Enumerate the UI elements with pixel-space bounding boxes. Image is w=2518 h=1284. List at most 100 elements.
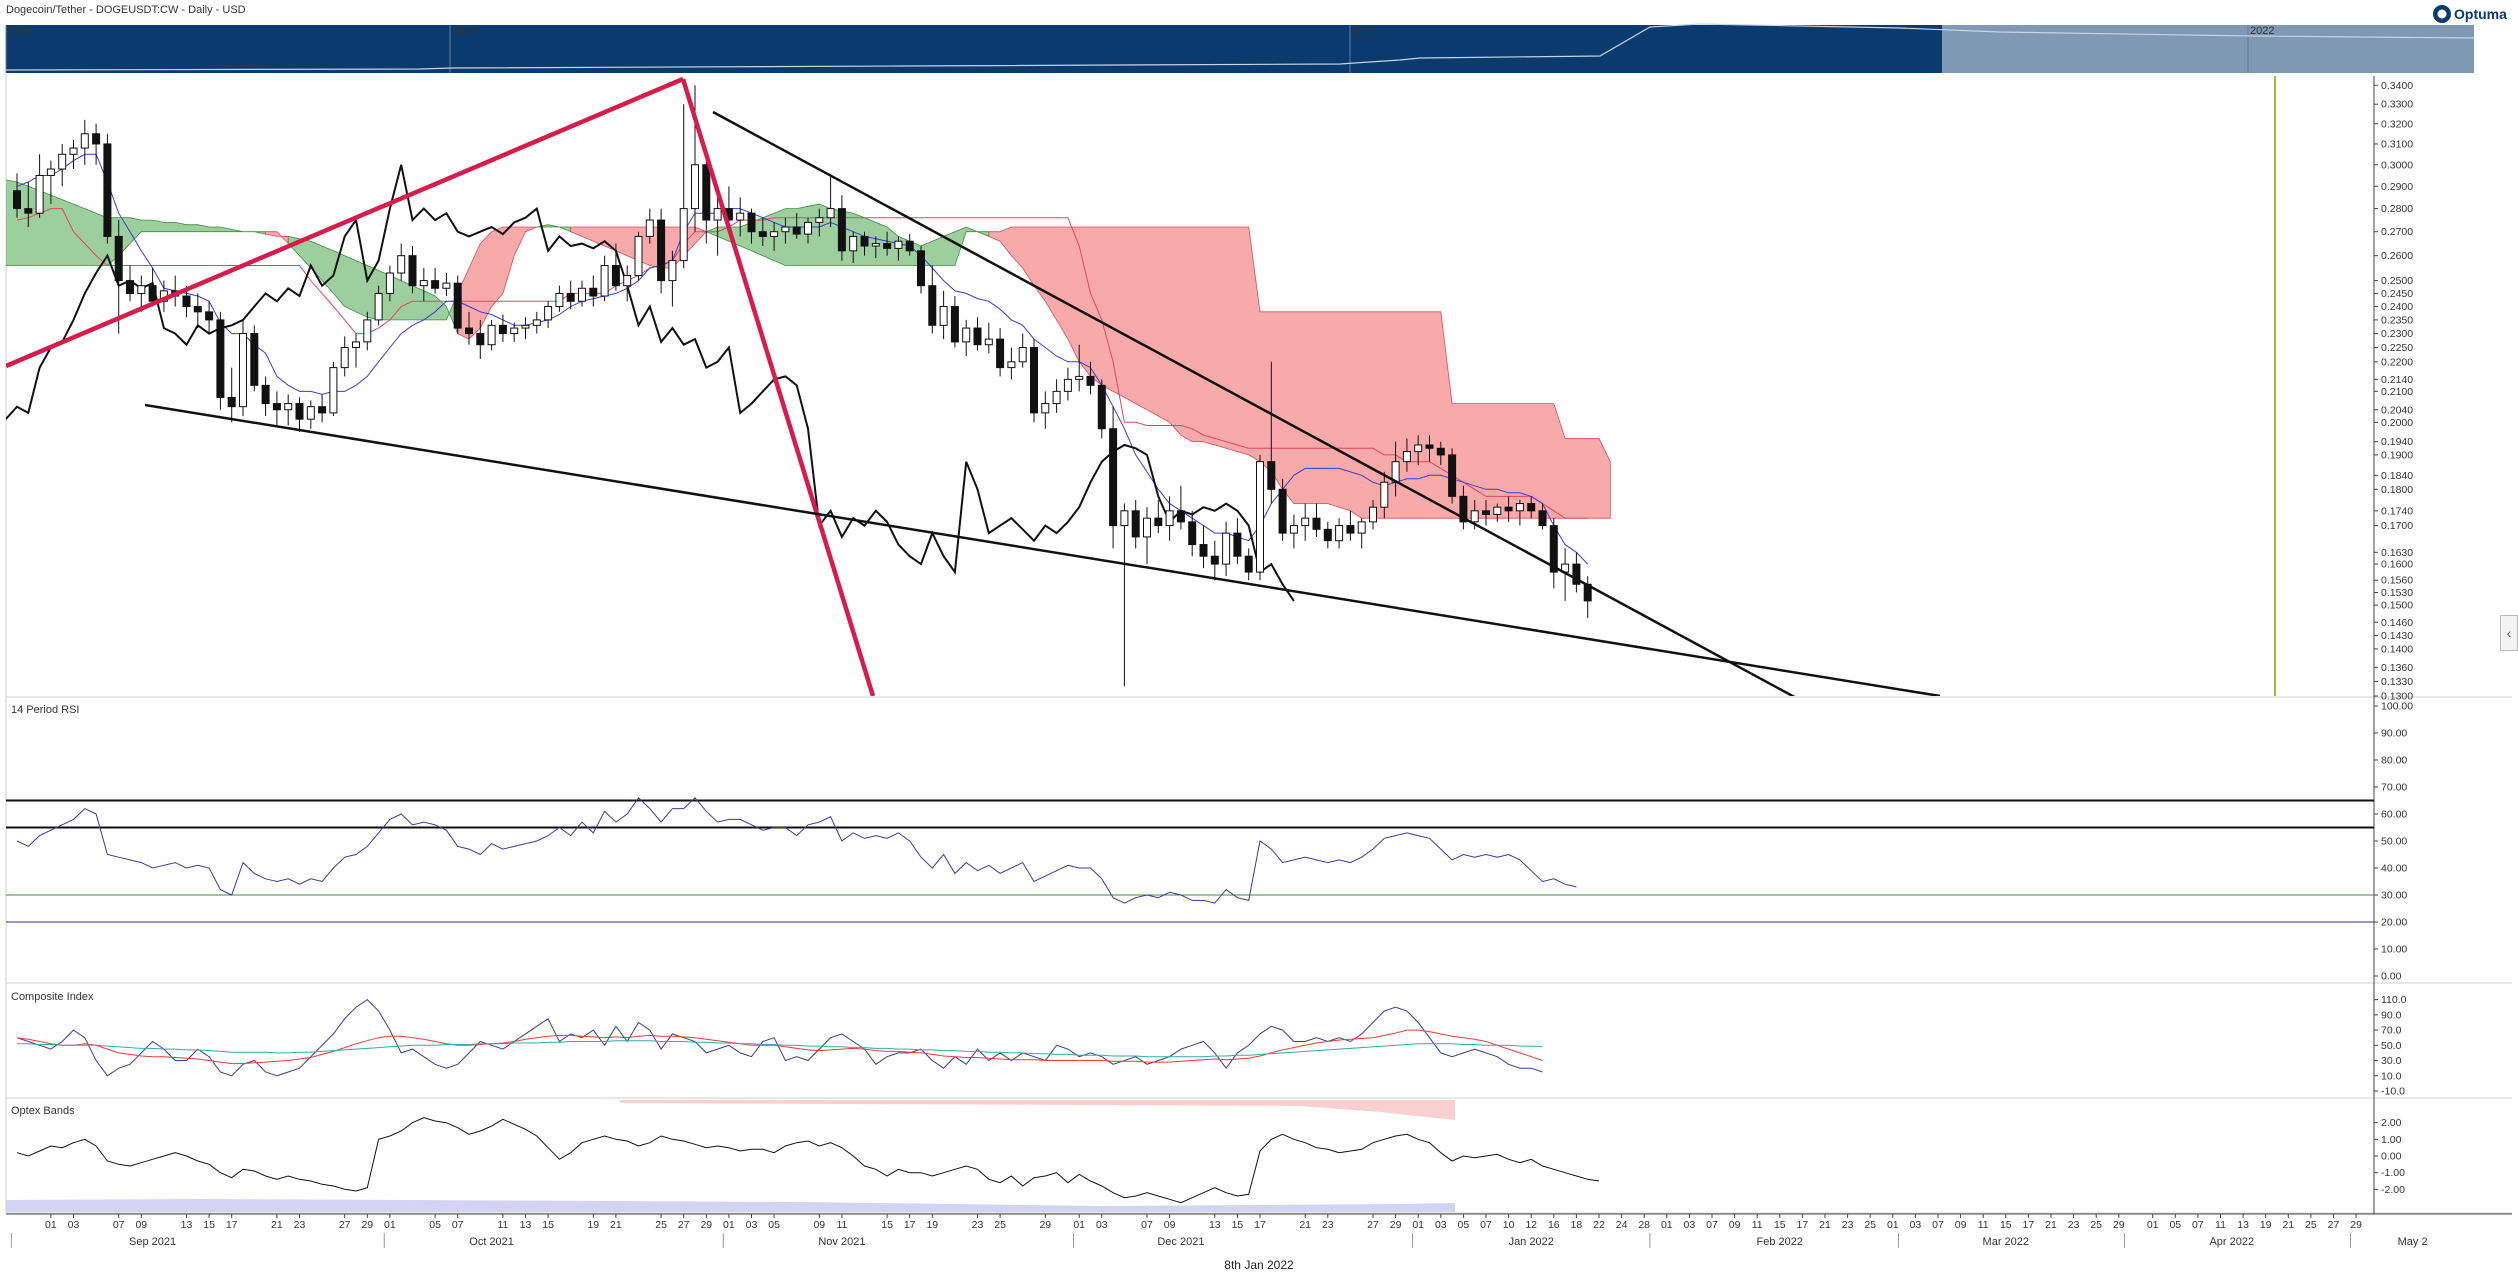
candle xyxy=(431,268,440,294)
bear-candle-body xyxy=(928,285,937,326)
date-tick-label: 05 xyxy=(768,1219,780,1231)
bear-candle-body xyxy=(103,143,112,237)
bull-candle-body xyxy=(1007,361,1016,369)
bearish-cloud-segment xyxy=(988,226,1611,519)
candle xyxy=(1199,525,1208,569)
date-tick-label: 19 xyxy=(2260,1219,2272,1231)
date-tick-label: 23 xyxy=(972,1219,984,1231)
bull-candle-body xyxy=(397,255,406,274)
date-tick-label: 10 xyxy=(1503,1219,1515,1231)
candle xyxy=(589,275,598,307)
date-tick-label: 09 xyxy=(1164,1219,1176,1231)
bear-candle-body xyxy=(250,333,259,386)
date-tick-label: 25 xyxy=(2090,1219,2102,1231)
candle xyxy=(984,322,993,354)
bull-candle-body xyxy=(306,406,315,420)
date-tick-label: 25 xyxy=(2305,1219,2317,1231)
candle xyxy=(239,319,247,417)
bear-candle-body xyxy=(950,306,959,343)
candle xyxy=(1143,507,1151,565)
date-tick-label: 29 xyxy=(700,1219,712,1231)
candle xyxy=(1289,514,1298,549)
candle xyxy=(555,285,564,312)
candle xyxy=(1583,576,1592,618)
bull-candle-body xyxy=(80,133,89,149)
history-navigator[interactable]: 2019 2020 2021 2022 xyxy=(5,23,2475,73)
collapse-panel-chevron-icon[interactable]: ‹ xyxy=(2500,615,2518,651)
bull-candle-body xyxy=(329,367,338,414)
date-tick-label: 17 xyxy=(904,1219,916,1231)
month-tick-label: Sep 2021 xyxy=(129,1236,176,1248)
date-tick-label: 07 xyxy=(113,1219,125,1231)
bull-candle-body xyxy=(815,217,824,223)
bear-candle-body xyxy=(92,133,101,145)
rsi-tick-label: 80.00 xyxy=(2381,755,2407,767)
bear-candle-body xyxy=(1097,384,1106,430)
composite-tick-label: 110.0 xyxy=(2381,994,2407,1006)
bear-candle-body xyxy=(148,285,157,302)
optex-title: Optex Bands xyxy=(11,1105,75,1117)
bear-candle-body xyxy=(114,235,123,282)
date-tick-label: 21 xyxy=(2045,1219,2057,1231)
candle xyxy=(1244,548,1253,581)
rsi-tick-label: 100.00 xyxy=(2381,701,2413,713)
candle xyxy=(973,317,982,351)
bear-candle-body xyxy=(216,319,225,398)
candle xyxy=(227,367,236,423)
bear-candle-body xyxy=(1188,521,1197,546)
chart-canvas: Dogecoin/Tether - DOGEUSDT:CW - Daily - … xyxy=(5,4,2512,1272)
bull-candle-body xyxy=(849,235,858,252)
date-tick-label: 15 xyxy=(203,1219,215,1231)
price-tick-label: 0.1330 xyxy=(2381,676,2413,688)
bear-candle-body xyxy=(1482,510,1490,515)
bear-candle-body xyxy=(1346,525,1355,534)
date-tick-label: 01 xyxy=(2147,1219,2159,1231)
candle xyxy=(1109,406,1118,549)
optex-upper-band xyxy=(620,1100,1455,1120)
candle xyxy=(453,275,462,334)
bull-candle-body xyxy=(939,306,948,326)
date-tick-label: 17 xyxy=(1797,1219,1809,1231)
candle xyxy=(442,273,451,297)
date-tick-label: 11 xyxy=(2215,1219,2226,1231)
date-tick-label: 09 xyxy=(813,1219,825,1231)
bear-candle-body xyxy=(318,406,327,414)
price-tick-label: 0.2600 xyxy=(2381,250,2413,262)
bull-candle-body xyxy=(1052,390,1061,405)
candle xyxy=(1222,521,1231,577)
price-tick-label: 0.2250 xyxy=(2381,342,2413,354)
bear-candle-body xyxy=(1436,447,1445,456)
optex-lower-band xyxy=(6,1199,1455,1212)
bear-candle-body xyxy=(1154,517,1163,527)
price-tick-label: 0.2700 xyxy=(2381,226,2413,238)
bull-candle-body xyxy=(555,292,564,308)
bear-candle-body xyxy=(1278,488,1287,534)
price-tick-label: 0.1940 xyxy=(2381,436,2413,448)
bull-candle-body xyxy=(894,240,903,249)
bull-candle-body xyxy=(1165,510,1174,527)
date-tick-label: 13 xyxy=(1209,1219,1221,1231)
bull-candle-body xyxy=(352,341,360,349)
candle xyxy=(679,104,688,269)
price-tick-label: 0.1800 xyxy=(2381,484,2413,496)
bull-candle-body xyxy=(645,219,654,237)
bull-candle-body xyxy=(1018,347,1027,363)
candle xyxy=(1176,485,1185,530)
bear-candle-body xyxy=(792,226,801,235)
date-tick-label: 15 xyxy=(542,1219,554,1231)
date-tick-label: 05 xyxy=(2169,1219,2181,1231)
optex-tick-label: 0.00 xyxy=(2381,1151,2402,1163)
price-tick-label: 0.1560 xyxy=(2381,575,2413,587)
date-tick-label: 29 xyxy=(361,1219,373,1231)
bear-candle-body xyxy=(1210,555,1219,565)
date-tick-label: 03 xyxy=(68,1219,80,1231)
bull-candle-body xyxy=(521,324,530,329)
candle xyxy=(1154,499,1163,534)
bear-candle-body xyxy=(431,280,440,289)
candle xyxy=(1018,333,1027,368)
bull-candle-body xyxy=(600,265,609,297)
date-tick-label: 21 xyxy=(2282,1219,2294,1231)
price-axis: 0.3400 0.3300 0.3200 0.3100 0.3000 0.2900 0.28… xyxy=(2374,80,2413,703)
date-tick-label: 03 xyxy=(1435,1219,1447,1231)
month-tick-label: Mar 2022 xyxy=(1983,1236,2029,1248)
